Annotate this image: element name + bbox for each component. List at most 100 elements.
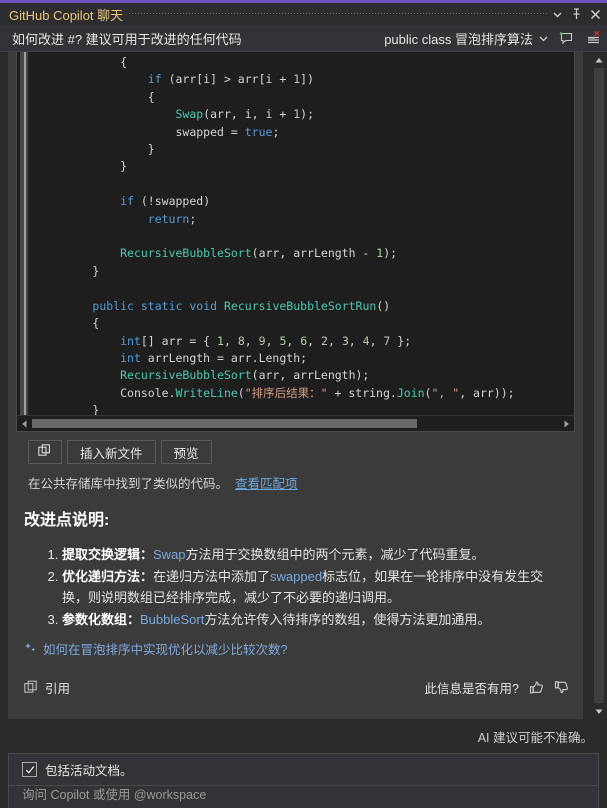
copilot-chat-toolwindow: GitHub Copilot 聊天 如何改进 #? 建议可用于改进的任何代码 p… — [0, 0, 607, 808]
close-icon[interactable] — [586, 4, 605, 24]
code-token: "排序后结果：" — [244, 385, 328, 400]
improvements-list: 提取交换逻辑：Swap方法用于交换数组中的两个元素，减少了代码重复。优化递归方法… — [8, 544, 583, 631]
include-active-document-label: 包括活动文档。 — [45, 764, 133, 778]
scroll-up-icon[interactable] — [591, 52, 607, 68]
followup-suggestion[interactable]: 如何在冒泡排序中实现优化以减少比较次数? — [8, 631, 583, 658]
code-horizontal-scrollbar[interactable] — [17, 415, 574, 431]
scroll-right-icon[interactable] — [559, 416, 574, 431]
code-hscroll-track[interactable] — [32, 416, 559, 431]
chevron-down-icon[interactable] — [533, 34, 553, 43]
code-hscroll-thumb[interactable] — [32, 419, 417, 428]
code-token: } — [120, 159, 128, 174]
code-token: static — [140, 298, 183, 313]
code-token: } — [92, 263, 100, 278]
code-token: [] arr = { — [140, 333, 218, 348]
code-token: RecursiveBubbleSort — [120, 368, 252, 383]
code-token: ); — [383, 246, 398, 261]
chat-input-row[interactable]: 询问 Copilot 或使用 @workspace — [9, 786, 598, 808]
conversation-scroll-thumb[interactable] — [594, 68, 604, 703]
code-token: RecursiveBubbleSortRun — [224, 298, 377, 313]
view-matches-link[interactable]: 查看匹配项 — [235, 477, 298, 491]
insert-new-file-button[interactable]: 插入新文件 — [67, 440, 156, 464]
code-actions-row: 插入新文件 预览 — [8, 432, 583, 470]
titlebar-divider — [129, 3, 548, 25]
improvement-item: 参数化数组：BubbleSort方法允许传入待排序的数组，使得方法更加通用。 — [62, 609, 567, 630]
code-token: (arr[i] > arr[i + — [161, 72, 294, 87]
followup-label: 如何在冒泡排序中实现优化以减少比较次数? — [43, 643, 288, 657]
improvement-title: 参数化数组： — [62, 612, 141, 627]
citation-label: 引用 — [45, 682, 71, 696]
code-token: (arr, arrLength); — [251, 368, 370, 383]
code-vertical-scrollbar[interactable] — [17, 52, 31, 415]
code-token: true — [244, 124, 273, 139]
code-token: }; — [390, 333, 412, 348]
improvement-item: 优化递归方法：在递归方法中添加了swapped标志位，如果在一轮排序中没有发生交… — [62, 566, 567, 608]
code-token: int — [120, 333, 141, 348]
chevron-down-icon[interactable] — [548, 4, 567, 24]
conversation-scrollbar[interactable] — [591, 52, 607, 719]
message-footer: 引用 此信息是否有用? — [8, 668, 583, 697]
citation-button[interactable]: 引用 — [24, 678, 70, 697]
code-token: { — [92, 316, 100, 331]
thumbs-down-icon[interactable] — [554, 680, 569, 695]
code-token: (arr, arrLength - — [251, 246, 377, 261]
code-token: 1 — [217, 333, 224, 348]
preview-button[interactable]: 预览 — [160, 440, 212, 464]
improvement-text: 方法允许传入待排序的数组，使得方法更加通用。 — [204, 612, 491, 627]
code-token: , — [223, 333, 238, 348]
copy-icon — [38, 443, 52, 461]
public-code-match-note: 在公共存储库中找到了类似的代码。 查看匹配项 — [8, 470, 583, 492]
code-token: , — [286, 333, 301, 348]
clear-chat-icon[interactable] — [580, 25, 607, 51]
inline-code-ref: BubbleSort — [140, 612, 205, 627]
sparkle-icon — [24, 642, 37, 655]
thumbs-up-icon[interactable] — [529, 680, 544, 695]
code-text: { if (arr[i] > arr[i + 1]) { Swap(arr, i… — [31, 52, 574, 415]
code-token: { — [147, 89, 155, 104]
improvement-text: 方法用于交换数组中的两个元素，减少了代码重复。 — [185, 547, 485, 562]
code-token: if — [147, 72, 162, 87]
code-block: { if (arr[i] > arr[i + 1]) { Swap(arr, i… — [16, 52, 575, 432]
feedback-row: 此信息是否有用? — [425, 678, 569, 697]
code-vertical-scroll-thumb[interactable] — [20, 52, 28, 415]
code-token: , — [327, 333, 342, 348]
code-token: ); — [300, 107, 314, 122]
scroll-down-icon[interactable] — [591, 703, 607, 719]
include-active-document-row[interactable]: 包括活动文档。 — [9, 754, 598, 786]
pin-icon[interactable] — [567, 4, 586, 24]
code-token: if — [120, 194, 134, 209]
code-token: Join — [396, 385, 425, 400]
code-token: return — [147, 211, 190, 226]
assistant-message-card: { if (arr[i] > arr[i + 1]) { Swap(arr, i… — [8, 52, 583, 719]
inline-code-ref: Swap — [153, 547, 186, 562]
composer: 包括活动文档。 询问 Copilot 或使用 @workspace — [8, 753, 599, 808]
code-token: ]) — [300, 72, 314, 87]
scroll-left-icon[interactable] — [17, 416, 32, 431]
citation-icon — [24, 680, 39, 695]
explanation-title: 改进点说明: — [24, 512, 110, 529]
copy-code-button[interactable] — [28, 440, 62, 464]
code-token: (!swapped) — [133, 194, 211, 209]
current-prompt-label: 如何改进 #? 建议可用于改进的任何代码 — [12, 31, 242, 47]
code-token: ", " — [431, 385, 460, 400]
new-chat-icon[interactable] — [553, 25, 580, 51]
improvement-text: 在递归方法中添加了 — [153, 569, 271, 584]
code-token: 8 — [237, 333, 245, 348]
improvement-title: 优化递归方法： — [62, 569, 154, 584]
code-token: WriteLine — [175, 385, 238, 400]
code-token: ; — [189, 211, 197, 226]
code-token: , — [348, 333, 363, 348]
code-token: , — [244, 333, 259, 348]
code-token: ; — [272, 124, 280, 139]
code-token: ( — [237, 385, 245, 400]
include-active-document-checkbox[interactable] — [22, 762, 37, 777]
chat-input-placeholder[interactable]: 询问 Copilot 或使用 @workspace — [22, 786, 206, 804]
chat-body: { if (arr[i] > arr[i + 1]) { Swap(arr, i… — [0, 52, 607, 719]
code-token: } — [147, 142, 155, 157]
public-code-match-text: 在公共存储库中找到了类似的代码。 — [28, 477, 229, 491]
code-token: 4 — [362, 333, 370, 348]
code-token: swapped = — [175, 124, 245, 139]
inline-code-ref: swapped — [270, 569, 323, 584]
